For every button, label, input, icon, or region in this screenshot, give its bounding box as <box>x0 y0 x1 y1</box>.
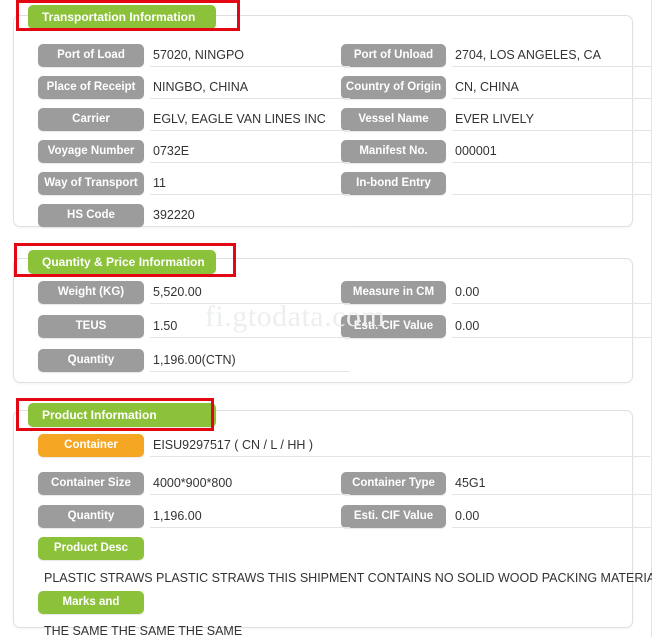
field-label-manifest-no: Manifest No. <box>341 140 446 163</box>
section-tab-transportation-information[interactable]: Transportation Information <box>28 5 216 29</box>
field-value-in-bond-entry[interactable] <box>452 172 652 195</box>
field-label-vessel-name: Vessel Name <box>341 108 446 131</box>
field-value-weight-kg[interactable]: 5,520.00 <box>150 281 350 304</box>
field-label-teus: TEUS <box>38 315 144 338</box>
panel-transportation-information: Port of Load 57020, NINGPO Place of Rece… <box>13 15 652 227</box>
field-label-place-of-receipt: Place of Receipt <box>38 76 144 99</box>
panel-quantity-price-information: Weight (KG) 5,520.00 TEUS 1.50 Quantity … <box>13 258 652 383</box>
field-value-measure-in-cm[interactable]: 0.00 <box>452 281 652 304</box>
field-value-vessel-name[interactable]: EVER LIVELY <box>452 108 652 131</box>
field-label-way-of-transport: Way of Transport <box>38 172 144 195</box>
field-value-country-of-origin[interactable]: CN, CHINA <box>452 76 652 99</box>
field-value-quantity-ctn[interactable]: 1,196.00(CTN) <box>150 349 350 372</box>
panel-product-information: Container EISU9297517 ( CN / L / HH ) Co… <box>13 410 652 638</box>
field-label-port-of-unload: Port of Unload <box>341 44 446 67</box>
marks-and-text: THE SAME THE SAME THE SAME <box>44 624 243 638</box>
field-value-place-of-receipt[interactable]: NINGBO, CHINA <box>150 76 350 99</box>
field-value-voyage-number[interactable]: 0732E <box>150 140 350 163</box>
field-label-hs-code: HS Code <box>38 204 144 227</box>
field-label-carrier: Carrier <box>38 108 144 131</box>
section-tab-product-information[interactable]: Product Information <box>28 403 216 427</box>
field-label-in-bond-entry: In-bond Entry <box>341 172 446 195</box>
field-value-container-size[interactable]: 4000*900*800 <box>150 472 350 495</box>
field-value-port-of-unload[interactable]: 2704, LOS ANGELES, CA <box>452 44 652 67</box>
field-value-way-of-transport[interactable]: 11 <box>150 172 350 195</box>
field-label-product-quantity: Quantity <box>38 505 144 528</box>
field-label-container-type: Container Type <box>341 472 446 495</box>
field-value-port-of-load[interactable]: 57020, NINGPO <box>150 44 350 67</box>
field-label-container: Container <box>38 434 144 457</box>
field-label-voyage-number: Voyage Number <box>38 140 144 163</box>
field-label-marks-and: Marks and <box>38 591 144 614</box>
field-label-esti-cif-value-product: Esti. CIF Value <box>341 505 446 528</box>
field-value-container[interactable]: EISU9297517 ( CN / L / HH ) <box>150 434 650 457</box>
field-label-weight-kg: Weight (KG) <box>38 281 144 304</box>
field-label-container-size: Container Size <box>38 472 144 495</box>
field-label-country-of-origin: Country of Origin <box>341 76 446 99</box>
field-value-container-type[interactable]: 45G1 <box>452 472 652 495</box>
field-label-measure-in-cm: Measure in CM <box>341 281 446 304</box>
field-value-esti-cif-value-product[interactable]: 0.00 <box>452 505 652 528</box>
field-value-esti-cif-value-quantity[interactable]: 0.00 <box>452 315 652 338</box>
field-label-product-desc: Product Desc <box>38 537 144 560</box>
field-label-quantity-ctn: Quantity <box>38 349 144 372</box>
field-value-hs-code[interactable]: 392220 <box>150 204 350 227</box>
field-label-esti-cif-value-quantity: Esti. CIF Value <box>341 315 446 338</box>
field-value-product-quantity[interactable]: 1,196.00 <box>150 505 350 528</box>
section-tab-quantity-price-information[interactable]: Quantity & Price Information <box>28 250 216 274</box>
field-label-port-of-load: Port of Load <box>38 44 144 67</box>
field-value-manifest-no[interactable]: 000001 <box>452 140 652 163</box>
page-frame: Port of Load 57020, NINGPO Place of Rece… <box>0 0 652 638</box>
product-desc-text: PLASTIC STRAWS PLASTIC STRAWS THIS SHIPM… <box>44 571 652 585</box>
field-value-teus[interactable]: 1.50 <box>150 315 350 338</box>
field-value-carrier[interactable]: EGLV, EAGLE VAN LINES INC <box>150 108 350 131</box>
